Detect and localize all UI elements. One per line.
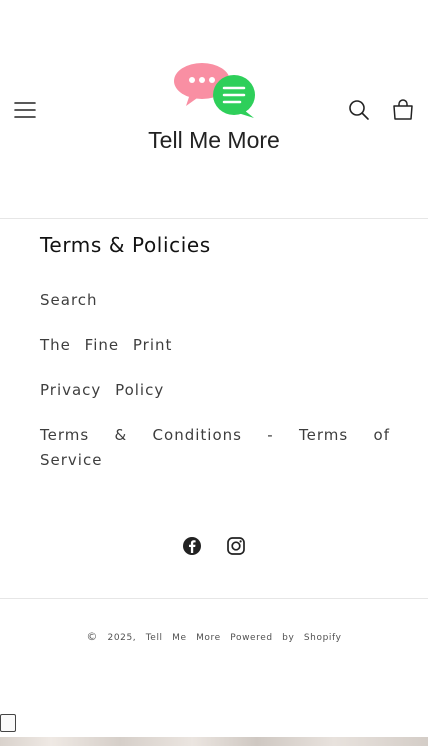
footer-links: Search The Fine Print Privacy Policy Ter… bbox=[40, 288, 390, 473]
copyright-year: 2025, bbox=[107, 633, 137, 643]
image-banner-edge bbox=[0, 737, 428, 746]
search-button[interactable] bbox=[346, 97, 372, 123]
cart-button[interactable] bbox=[390, 97, 416, 123]
footer-heading: Terms & Policies bbox=[40, 233, 211, 257]
footer-link-fine-print[interactable]: The Fine Print bbox=[40, 333, 390, 358]
facebook-icon bbox=[183, 537, 201, 555]
instagram-icon bbox=[227, 537, 245, 555]
powered-by-link[interactable]: Powered by Shopify bbox=[230, 633, 341, 643]
footer-link-search[interactable]: Search bbox=[40, 288, 390, 313]
search-icon bbox=[349, 100, 369, 120]
site-header: Tell Me More bbox=[0, 0, 428, 219]
footer-policies: Terms & Policies Search The Fine Print P… bbox=[40, 232, 390, 493]
floating-toggle-button[interactable] bbox=[0, 714, 16, 732]
instagram-link[interactable] bbox=[225, 535, 247, 557]
footer-link-privacy-policy[interactable]: Privacy Policy bbox=[40, 378, 390, 403]
social-links bbox=[0, 535, 428, 557]
copyright: © 2025, Tell Me More Powered by Shopify bbox=[0, 630, 428, 643]
store-logo[interactable]: Tell Me More bbox=[138, 58, 290, 154]
facebook-link[interactable] bbox=[181, 535, 203, 557]
logo-image: Tell Me More bbox=[148, 63, 280, 153]
copyright-symbol: © bbox=[86, 630, 99, 643]
copyright-store-link[interactable]: Tell Me More bbox=[146, 633, 221, 643]
hamburger-icon bbox=[14, 102, 36, 118]
menu-button[interactable] bbox=[12, 97, 38, 123]
footer-divider bbox=[0, 598, 428, 599]
footer-link-terms[interactable]: Terms & Conditions - Terms of Service bbox=[40, 423, 390, 473]
cart-icon bbox=[393, 99, 413, 120]
logo-text: Tell Me More bbox=[148, 127, 280, 153]
